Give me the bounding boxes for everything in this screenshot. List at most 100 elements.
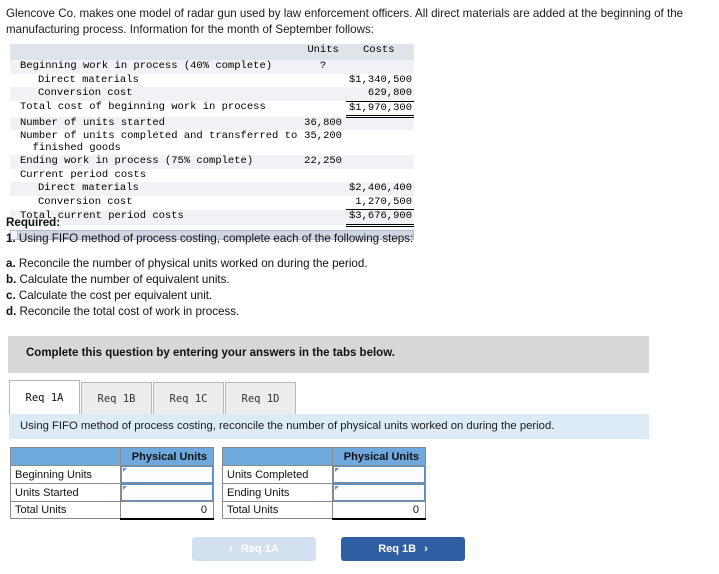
tab-req-1d[interactable]: Req 1D	[225, 382, 296, 414]
tab-instruction-text: Using FIFO method of process costing, re…	[20, 420, 555, 432]
required-step-text: Calculate the cost per equivalent unit.	[15, 289, 213, 302]
exhibit-row-costs	[345, 116, 414, 130]
left-row-label: Units Started	[10, 483, 121, 502]
required-step-text: Reconcile the number of physical units w…	[15, 257, 368, 270]
exhibit-row: Conversion cost 1,270,500	[10, 195, 414, 210]
exhibit-row: Number of units started 36,800	[10, 116, 414, 130]
exhibit-row-costs	[345, 168, 414, 182]
grid-spacer	[214, 502, 223, 519]
left-row-value-cell[interactable]	[120, 483, 214, 502]
grid-spacer	[214, 484, 223, 502]
right-header-physical-units: Physical Units	[332, 447, 426, 466]
tab-req-1b[interactable]: Req 1B	[81, 382, 152, 414]
exhibit-row-units: 22,250	[300, 155, 346, 169]
tab-req-1c[interactable]: Req 1C	[153, 382, 224, 414]
required-item-1: 1. Using FIFO method of process costing,…	[6, 231, 566, 247]
exhibit-row: Direct materials $2,406,400	[10, 182, 414, 196]
cell-comment-marker-icon	[335, 468, 339, 472]
required-gap	[6, 247, 566, 256]
next-requirement-button[interactable]: Req 1B ›	[341, 537, 465, 561]
left-row-label: Beginning Units	[10, 465, 121, 484]
required-step-text: Reconcile the total cost of work in proc…	[16, 305, 240, 318]
required-steps-list: a. Reconcile the number of physical unit…	[6, 256, 566, 320]
exhibit-header-row: Units Costs	[10, 44, 414, 60]
left-header-physical-units: Physical Units	[120, 447, 214, 466]
right-units-completed-input[interactable]	[333, 466, 425, 483]
required-step-marker: d.	[6, 305, 17, 318]
cell-comment-marker-icon	[123, 468, 127, 472]
exhibit-row-units	[300, 87, 346, 101]
exhibit-row: Number of units completed and transferre…	[10, 130, 414, 155]
exhibit-header-blank	[10, 44, 301, 60]
exhibit-row-label: Number of units started	[10, 116, 301, 130]
required-step-marker: c.	[6, 289, 16, 302]
required-step: d. Reconcile the total cost of work in p…	[6, 304, 566, 320]
left-row-value-cell: 0	[120, 501, 214, 520]
prev-requirement-button[interactable]: ‹ Req 1A	[192, 537, 316, 561]
exhibit-row-costs: $2,406,400	[345, 182, 414, 196]
grid-spacer	[214, 448, 223, 466]
exhibit-row-label: Direct materials	[10, 73, 301, 87]
exhibit-row-units	[300, 182, 346, 196]
required-step: a. Reconcile the number of physical unit…	[6, 256, 566, 272]
chevron-left-icon: ‹	[229, 543, 233, 555]
right-row-value-cell: 0	[332, 501, 426, 520]
tab-instruction-bar: Using FIFO method of process costing, re…	[9, 414, 649, 439]
exhibit-row: Total cost of beginning work in process $…	[10, 101, 414, 118]
required-item-1-text: Using FIFO method of process costing, co…	[15, 232, 414, 245]
chevron-right-icon: ›	[424, 543, 428, 555]
cell-comment-marker-icon	[335, 486, 339, 490]
exhibit-row-costs: $1,970,300	[345, 101, 414, 118]
left-beginning-units-input[interactable]	[121, 466, 213, 483]
cell-comment-marker-icon	[123, 486, 127, 490]
required-heading: Required:	[6, 216, 61, 229]
requirement-tabs: Req 1A Req 1B Req 1C Req 1D	[9, 380, 297, 414]
exhibit-row: Current period costs	[10, 168, 414, 182]
right-row-value-cell[interactable]	[332, 465, 426, 484]
exhibit-row-units	[300, 73, 346, 87]
tab-req-1a[interactable]: Req 1A	[9, 380, 80, 414]
exhibit-row-label: Beginning work in process (40% complete)	[10, 60, 301, 74]
exhibit-row: Direct materials $1,340,500	[10, 73, 414, 87]
left-row-label: Total Units	[10, 501, 121, 519]
exhibit-row-label: Number of units completed and transferre…	[10, 130, 301, 155]
grid-spacer	[214, 466, 223, 484]
problem-intro-text: Glencove Co. makes one model of radar gu…	[6, 7, 684, 36]
instruction-banner: Complete this question by entering your …	[8, 336, 649, 373]
exhibit-row: Conversion cost 629,800	[10, 87, 414, 102]
exhibit-row-units: ?	[300, 60, 346, 74]
exhibit-row-units	[300, 168, 346, 182]
tab-label: Req 1C	[169, 392, 208, 405]
exhibit-row-units: 35,200	[300, 130, 346, 155]
exhibit-table-container: Units Costs Beginning work in process (4…	[10, 44, 414, 240]
exhibit-row-label: Conversion cost	[10, 87, 301, 101]
exhibit-row-costs: $1,340,500	[345, 73, 414, 87]
right-header-blank	[222, 447, 333, 466]
exhibit-row-costs	[345, 130, 414, 155]
required-step-marker: b.	[6, 273, 17, 286]
right-ending-units-input[interactable]	[333, 484, 425, 501]
right-row-label: Ending Units	[222, 483, 333, 502]
required-step-marker: a.	[6, 257, 16, 270]
exhibit-row-units	[300, 101, 346, 117]
right-row-label: Units Completed	[222, 465, 333, 484]
exhibit-header-costs: Costs	[345, 44, 414, 60]
required-step: b. Calculate the number of equivalent un…	[6, 272, 566, 288]
exhibit-row-units: 36,800	[300, 116, 346, 130]
tab-label: Req 1B	[97, 392, 136, 405]
exhibit-row-costs: 629,800	[345, 87, 414, 102]
right-row-value-cell[interactable]	[332, 483, 426, 502]
required-step: c. Calculate the cost per equivalent uni…	[6, 288, 566, 304]
exhibit-row-costs	[345, 155, 414, 169]
left-units-started-input[interactable]	[121, 484, 213, 501]
required-step-text: Calculate the number of equivalent units…	[16, 273, 230, 286]
exhibit-row-label: Current period costs	[10, 168, 301, 182]
required-item-1-marker: 1.	[6, 232, 16, 245]
navigation-buttons: ‹ Req 1A Req 1B ›	[192, 537, 465, 561]
exhibit-row-costs	[345, 60, 414, 74]
exhibit-row-label: Ending work in process (75% complete)	[10, 155, 301, 169]
instruction-banner-text: Complete this question by entering your …	[26, 347, 395, 359]
left-row-value-cell[interactable]	[120, 465, 214, 484]
exhibit-table: Units Costs Beginning work in process (4…	[10, 44, 414, 227]
answer-grid-header-row: Physical Units Physical Units	[10, 447, 426, 466]
